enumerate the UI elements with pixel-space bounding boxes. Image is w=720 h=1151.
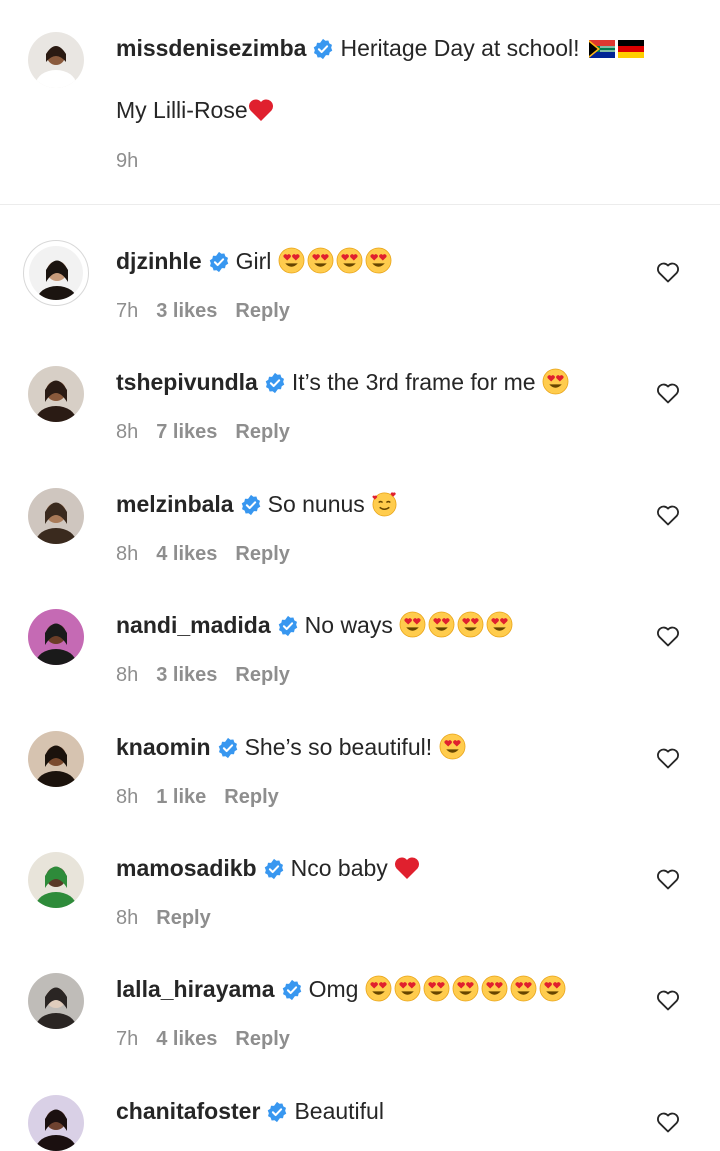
comment-time: 7h: [116, 300, 139, 322]
likes-count[interactable]: 4 likes: [156, 1026, 217, 1052]
comment-username[interactable]: lalla_hirayama: [116, 976, 275, 1002]
heart-eyes-icon: [423, 975, 450, 1002]
heart-eyes-icon: [542, 368, 569, 395]
verified-badge-icon: [208, 251, 230, 273]
comment-time: 8h: [116, 542, 139, 565]
reply-button[interactable]: Reply: [235, 1026, 289, 1052]
heart-eyes-icon: [539, 975, 566, 1002]
comment-time: 7h: [116, 1028, 139, 1051]
comment-time: 8h: [116, 664, 139, 687]
likes-count[interactable]: 3 likes: [156, 298, 217, 324]
heart-eyes-icon: [307, 247, 334, 274]
avatar[interactable]: [28, 973, 84, 1030]
comment-text: So nunus: [267, 490, 365, 517]
heart-eyes-icon: [428, 611, 455, 638]
caption-username[interactable]: missdenisezimba: [116, 35, 306, 61]
heart-eyes-icon: [481, 975, 508, 1002]
comment-time: 8h: [116, 785, 139, 808]
germany-flag-icon: [617, 40, 644, 58]
red-heart-icon: [248, 98, 274, 122]
red-heart-icon: [394, 856, 420, 880]
heart-eyes-icon: [394, 975, 421, 1002]
heart-eyes-icon: [486, 611, 513, 638]
reply-button[interactable]: Reply: [235, 419, 289, 445]
comment-text: It’s the 3rd frame for me: [291, 369, 536, 396]
heart-eyes-icon: [510, 975, 537, 1002]
reply-button[interactable]: Reply: [235, 298, 289, 324]
comment-username[interactable]: nandi_madida: [116, 612, 271, 638]
verified-badge-icon: [263, 858, 285, 880]
heart-eyes-icon: [365, 247, 392, 274]
avatar[interactable]: [28, 487, 84, 544]
heart-eyes-icon: [278, 247, 305, 274]
avatar[interactable]: [28, 32, 84, 88]
comment-time: 8h: [116, 421, 139, 444]
verified-badge-icon: [240, 494, 262, 516]
likes-count[interactable]: 1 like: [156, 784, 206, 810]
heart-eyes-icon: [439, 733, 466, 760]
like-heart-icon[interactable]: [656, 382, 680, 404]
like-heart-icon[interactable]: [656, 625, 680, 647]
heart-eyes-icon: [365, 975, 392, 1002]
likes-count[interactable]: 7 likes: [156, 419, 217, 445]
divider: [0, 204, 720, 205]
comment-username[interactable]: mamosadikb: [116, 855, 257, 881]
south-africa-flag-icon: [588, 40, 615, 58]
reply-button[interactable]: Reply: [235, 662, 289, 688]
verified-badge-icon: [266, 1101, 288, 1123]
comment-username[interactable]: knaomin: [116, 734, 211, 760]
comment-username[interactable]: chanitafoster: [116, 1098, 260, 1124]
like-heart-icon[interactable]: [656, 747, 680, 769]
comment-time: 8h: [116, 907, 139, 929]
post-caption: missdenisezimba Heritage Day at school! M…: [0, 0, 720, 204]
comment-username[interactable]: melzinbala: [116, 491, 234, 517]
like-heart-icon[interactable]: [656, 868, 680, 890]
verified-badge-icon: [281, 979, 303, 1001]
avatar[interactable]: [28, 366, 84, 423]
caption-text: Heritage Day at school!: [340, 35, 580, 61]
comment-text: She’s so beautiful!: [244, 733, 433, 760]
comment-text: Girl: [235, 248, 272, 274]
like-heart-icon[interactable]: [656, 989, 680, 1011]
avatar[interactable]: [28, 609, 84, 666]
smiling-face-with-hearts-icon: [371, 490, 398, 517]
heart-eyes-icon: [399, 611, 426, 638]
verified-badge-icon: [312, 38, 334, 60]
comment-username[interactable]: djzinhle: [116, 248, 202, 274]
like-heart-icon[interactable]: [656, 1111, 680, 1133]
heart-eyes-icon: [452, 975, 479, 1002]
reply-button[interactable]: Reply: [235, 541, 289, 567]
verified-badge-icon: [217, 737, 239, 759]
comment-text: Nco baby: [290, 855, 388, 881]
avatar[interactable]: [28, 730, 84, 787]
reply-button[interactable]: Reply: [224, 784, 278, 810]
caption-line2: My Lilli-Rose: [116, 97, 248, 123]
comment-text: Beautiful: [294, 1097, 384, 1124]
avatar[interactable]: [28, 1094, 84, 1151]
verified-badge-icon: [277, 615, 299, 637]
caption-time: 9h: [116, 150, 139, 172]
like-heart-icon[interactable]: [656, 261, 680, 283]
reply-button[interactable]: Reply: [156, 905, 210, 931]
avatar[interactable]: [28, 852, 84, 908]
comment-text: Omg: [308, 976, 359, 1003]
comment-text: No ways: [304, 612, 393, 639]
likes-count[interactable]: 4 likes: [156, 541, 217, 567]
verified-badge-icon: [264, 372, 286, 394]
heart-eyes-icon: [336, 247, 363, 274]
heart-eyes-icon: [457, 611, 484, 638]
like-heart-icon[interactable]: [656, 504, 680, 526]
avatar[interactable]: [23, 240, 89, 306]
likes-count[interactable]: 3 likes: [156, 662, 217, 688]
comment-username[interactable]: tshepivundla: [116, 369, 258, 395]
